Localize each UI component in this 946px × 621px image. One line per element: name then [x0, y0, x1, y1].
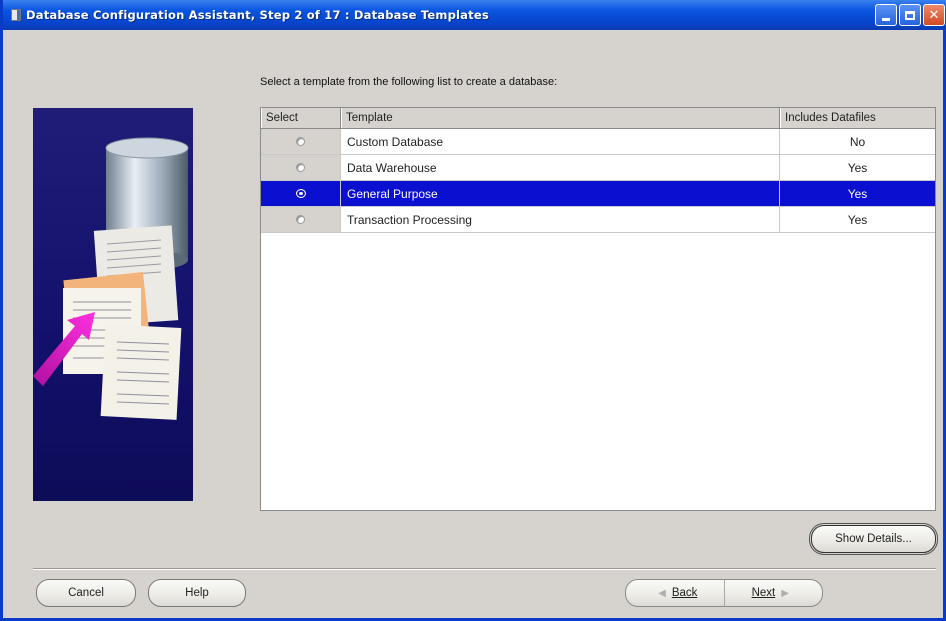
cancel-button[interactable]: Cancel — [36, 579, 136, 607]
table-row[interactable]: Custom Database No — [261, 129, 935, 155]
table-row-selected[interactable]: General Purpose Yes — [261, 181, 935, 207]
window-controls: ✕ — [875, 4, 945, 26]
window-title: Database Configuration Assistant, Step 2… — [26, 8, 489, 22]
maximize-button[interactable] — [899, 4, 921, 26]
select-cell[interactable] — [261, 129, 341, 154]
template-cell: General Purpose — [341, 181, 780, 206]
includes-cell: Yes — [847, 212, 868, 227]
includes-cell: Yes — [847, 186, 868, 201]
template-cell: Data Warehouse — [341, 155, 780, 180]
header-template[interactable]: Template — [341, 108, 780, 128]
minimize-icon — [882, 17, 890, 21]
chevron-right-icon: ▶ — [781, 587, 789, 599]
close-icon: ✕ — [928, 7, 940, 23]
header-select[interactable]: Select — [261, 108, 341, 128]
help-button[interactable]: Help — [148, 579, 246, 607]
template-cell: Custom Database — [341, 129, 780, 154]
template-radio[interactable] — [296, 215, 305, 224]
cancel-label: Cancel — [68, 587, 104, 599]
next-button[interactable]: Next ▶ — [723, 580, 823, 606]
show-details-label: Show Details... — [835, 533, 912, 545]
back-label: Back — [671, 587, 698, 599]
help-label: Help — [185, 587, 209, 599]
minimize-button[interactable] — [875, 4, 897, 26]
title-bar: Database Configuration Assistant, Step 2… — [3, 0, 946, 30]
template-radio-selected[interactable] — [295, 189, 306, 198]
select-cell[interactable] — [261, 207, 341, 232]
navigation-buttons: ◀ Back Next ▶ — [625, 579, 823, 607]
app-icon — [11, 9, 21, 21]
select-cell[interactable] — [261, 155, 341, 180]
show-details-button[interactable]: Show Details... — [811, 525, 936, 553]
instruction-text: Select a template from the following lis… — [260, 76, 558, 88]
header-includes-datafiles[interactable]: Includes Datafiles — [780, 108, 935, 128]
includes-cell: No — [849, 134, 866, 149]
wizard-illustration — [33, 108, 193, 501]
table-row[interactable]: Transaction Processing Yes — [261, 207, 935, 233]
chevron-left-icon: ◀ — [658, 587, 666, 599]
back-button[interactable]: ◀ Back — [626, 580, 724, 606]
dbca-window: Database Configuration Assistant, Step 2… — [0, 0, 946, 621]
includes-cell: Yes — [847, 160, 868, 175]
template-cell: Transaction Processing — [341, 207, 780, 232]
maximize-icon — [905, 10, 915, 20]
table-header: Select Template Includes Datafiles — [261, 108, 935, 129]
template-radio[interactable] — [296, 137, 305, 146]
templates-table: Select Template Includes Datafiles Custo… — [260, 107, 936, 511]
next-label: Next — [751, 587, 776, 599]
table-row[interactable]: Data Warehouse Yes — [261, 155, 935, 181]
select-cell[interactable] — [261, 181, 341, 206]
template-radio[interactable] — [296, 163, 305, 172]
database-illustration-icon — [33, 137, 189, 420]
footer-separator — [33, 568, 936, 570]
close-button[interactable]: ✕ — [923, 4, 945, 26]
